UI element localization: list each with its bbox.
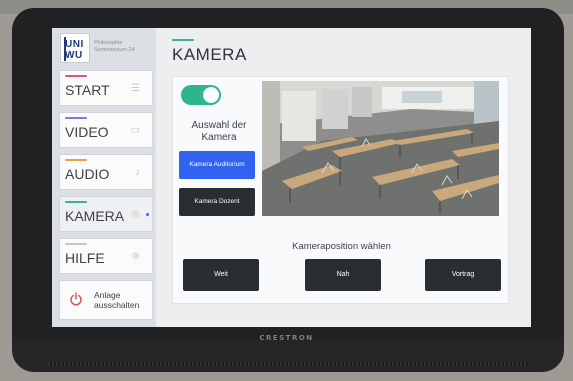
sidebar-item-stripe [65,75,87,77]
camera-select-label-line2: Kamera [201,132,237,143]
camera-select-label-line1: Auswahl der [191,120,247,131]
classroom-preview-image [262,81,499,216]
camera-icon: ◎ [131,209,140,220]
help-icon: ⊚ [131,251,140,262]
camera-toggle[interactable] [181,85,221,105]
position-nah-button[interactable]: Nah [305,259,381,291]
camera-position-label: Kameraposition wählen [292,241,391,252]
sidebar-item-start[interactable]: START ☰ [59,70,153,106]
camera-panel: Auswahl der Kamera Kamera Auditorium Kam… [172,76,509,304]
camcorder-icon: ▭ [130,125,140,136]
list-icon: ☰ [131,83,140,94]
logo-text-line1: Philosophie [94,40,123,46]
active-indicator-dot [146,213,149,216]
kamera-auditorium-button[interactable]: Kamera Auditorium [179,151,255,179]
sidebar-item-stripe [65,243,87,245]
sidebar-item-audio[interactable]: AUDIO ♪ [59,154,153,190]
logo: UNI WU Philosophie Seminarraum 24 [60,33,152,65]
logo-mark-line1: UNI [65,39,84,50]
position-vortrag-button[interactable]: Vortrag [425,259,501,291]
camera-preview [262,81,499,216]
sidebar-item-label: START [65,82,110,98]
sidebar-item-stripe [65,117,87,119]
toggle-knob [203,87,219,103]
power-icon [70,292,82,306]
sidebar-item-label: AUDIO [65,166,110,182]
speaker-grille [48,362,528,367]
power-off-button[interactable]: Anlage ausschalten [59,280,153,320]
sidebar-item-label: VIDEO [65,124,109,140]
sidebar-item-video[interactable]: VIDEO ▭ [59,112,153,148]
power-label: Anlage ausschalten [94,290,150,310]
sidebar-item-label: HILFE [65,250,105,266]
power-label-line2: ausschalten [94,300,140,310]
sidebar-item-kamera[interactable]: KAMERA ◎ [59,196,153,232]
sidebar-item-stripe [65,159,87,161]
logo-text-line2: Seminarraum 24 [94,47,135,53]
sidebar-item-hilfe[interactable]: HILFE ⊚ [59,238,153,274]
logo-text: Philosophie Seminarraum 24 [94,40,154,54]
touch-screen: UNI WU Philosophie Seminarraum 24 START … [52,28,531,327]
camera-select-label: Auswahl der Kamera [177,120,261,144]
logo-mark-line2: WU [65,50,83,61]
device-bezel-lower [12,340,564,372]
page-title-accent [172,39,194,41]
kamera-dozent-button[interactable]: Kamera Dozent [179,188,255,216]
position-weit-button[interactable]: Weit [183,259,259,291]
sidebar-item-label: KAMERA [65,208,125,224]
page-title: KAMERA [172,45,247,64]
logo-mark: UNI WU [60,33,90,63]
microphone-icon: ♪ [135,167,140,178]
brand-label: CRESTRON [259,334,314,342]
power-label-line1: Anlage [94,290,121,300]
sidebar-item-stripe [65,201,87,203]
sidebar: UNI WU Philosophie Seminarraum 24 START … [52,28,156,327]
